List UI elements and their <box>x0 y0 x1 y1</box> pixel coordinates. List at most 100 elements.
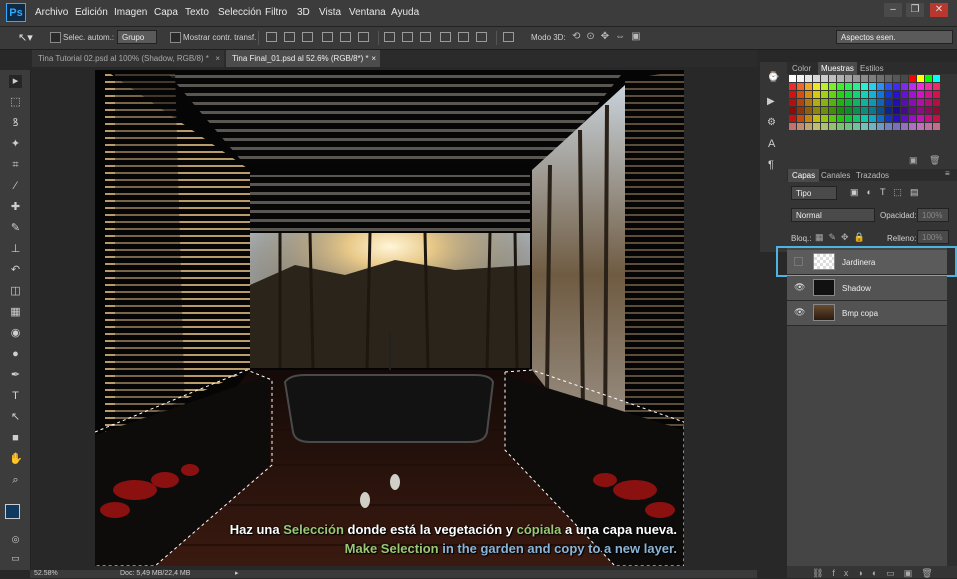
swatch-cell[interactable] <box>893 107 900 114</box>
swatch-cell[interactable] <box>901 83 908 90</box>
align-hcenter-icon[interactable] <box>340 32 351 42</box>
swatch-cell[interactable] <box>893 123 900 130</box>
auto-select-checkbox[interactable] <box>50 32 61 43</box>
eye-icon[interactable]: 👁 <box>794 283 805 292</box>
distribute-vcenter-icon[interactable] <box>402 32 413 42</box>
swatch-cell[interactable] <box>837 115 844 122</box>
character-icon[interactable]: A <box>768 138 775 150</box>
swatch-cell[interactable] <box>837 91 844 98</box>
tab-swatches[interactable]: Muestras <box>818 62 857 75</box>
auto-align-icon[interactable] <box>503 32 514 42</box>
swatch-cell[interactable] <box>797 83 804 90</box>
swatch-cell[interactable] <box>805 91 812 98</box>
distribute-top-icon[interactable] <box>384 32 395 42</box>
swatch-cell[interactable] <box>821 107 828 114</box>
layer-bmp-copa[interactable]: 👁 Bmp copa <box>787 301 947 326</box>
swatch-cell[interactable] <box>837 83 844 90</box>
swatch-cell[interactable] <box>861 123 868 130</box>
swatch-cell[interactable] <box>925 91 932 98</box>
swatch-cell[interactable] <box>901 91 908 98</box>
shape-tool-icon[interactable]: ■ <box>9 432 22 445</box>
tab-paths[interactable]: Trazados <box>856 171 889 180</box>
swatch-cell[interactable] <box>869 83 876 90</box>
panel-menu-icon[interactable]: ≡ <box>945 169 950 178</box>
swatch-cell[interactable] <box>845 123 852 130</box>
swatch-cell[interactable] <box>901 123 908 130</box>
swatch-cell[interactable] <box>853 107 860 114</box>
swatch-cell[interactable] <box>885 83 892 90</box>
crop-tool-icon[interactable]: ⌗ <box>9 159 22 172</box>
swatch-cell[interactable] <box>901 115 908 122</box>
swatch-cell[interactable] <box>869 123 876 130</box>
swatch-cell[interactable] <box>821 75 828 82</box>
opacity-field[interactable]: 100% <box>917 208 949 222</box>
swatch-cell[interactable] <box>925 99 932 106</box>
menu-capa[interactable]: Capa <box>154 7 178 18</box>
swatch-cell[interactable] <box>893 99 900 106</box>
swatch-cell[interactable] <box>797 75 804 82</box>
fill-field[interactable]: 100% <box>917 230 949 244</box>
tab-styles[interactable]: Estilos <box>860 64 884 73</box>
swatch-cell[interactable] <box>789 115 796 122</box>
swatch-cell[interactable] <box>829 99 836 106</box>
swatch-cell[interactable] <box>813 91 820 98</box>
swatch-cell[interactable] <box>877 107 884 114</box>
tab-color[interactable]: Color <box>792 64 811 73</box>
swatch-cell[interactable] <box>909 107 916 114</box>
swatch-cell[interactable] <box>917 99 924 106</box>
swatch-cell[interactable] <box>933 99 940 106</box>
swatch-cell[interactable] <box>813 83 820 90</box>
swatch-cell[interactable] <box>853 115 860 122</box>
type-tool-icon[interactable]: T <box>9 390 22 403</box>
move-tool-preset-icon[interactable]: ↖▾ <box>18 31 33 44</box>
swatch-cell[interactable] <box>829 107 836 114</box>
swatch-cell[interactable] <box>805 83 812 90</box>
swatch-cell[interactable] <box>837 99 844 106</box>
stamp-tool-icon[interactable]: ⊥ <box>9 243 22 256</box>
swatch-cell[interactable] <box>909 123 916 130</box>
auto-select-dropdown[interactable]: Grupo <box>117 30 157 44</box>
swatch-cell[interactable] <box>813 123 820 130</box>
dodge-tool-icon[interactable]: ● <box>9 348 22 361</box>
swatch-cell[interactable] <box>829 75 836 82</box>
eye-icon[interactable]: 👁 <box>794 308 805 317</box>
swatch-cell[interactable] <box>885 99 892 106</box>
menu-imagen[interactable]: Imagen <box>114 7 147 18</box>
blur-tool-icon[interactable]: ◉ <box>9 327 22 340</box>
actions-icon[interactable]: ▶ <box>767 96 775 107</box>
document-canvas[interactable] <box>95 70 684 566</box>
distribute-bottom-icon[interactable] <box>420 32 431 42</box>
align-bottom-icon[interactable] <box>302 32 313 42</box>
layer-list-scrollbar[interactable] <box>947 246 957 566</box>
menu-edicion[interactable]: Edición <box>75 7 108 18</box>
swatch-cell[interactable] <box>861 99 868 106</box>
restore-button[interactable]: ❐ <box>906 3 924 17</box>
layer-footer-icons[interactable]: ⛓fx◑◐▭▣🗑 <box>812 568 942 579</box>
align-left-icon[interactable] <box>322 32 333 42</box>
swatch-cell[interactable] <box>933 107 940 114</box>
tab-close-icon[interactable]: × <box>371 50 376 67</box>
swatch-cell[interactable] <box>909 99 916 106</box>
swatch-cell[interactable] <box>797 115 804 122</box>
swatch-cell[interactable] <box>885 107 892 114</box>
paragraph-icon[interactable]: ¶ <box>768 159 774 171</box>
swatch-cell[interactable] <box>877 123 884 130</box>
swatch-grid[interactable] <box>789 75 941 135</box>
swatch-cell[interactable] <box>869 91 876 98</box>
swatch-cell[interactable] <box>933 91 940 98</box>
menu-seleccion[interactable]: Selección <box>218 7 261 18</box>
zoom-level[interactable]: 52.58% <box>34 570 58 577</box>
tab-close-icon[interactable]: × <box>215 50 220 67</box>
swatch-cell[interactable] <box>837 107 844 114</box>
distribute-hcenter-icon[interactable] <box>458 32 469 42</box>
swatch-cell[interactable] <box>789 123 796 130</box>
menu-3d[interactable]: 3D <box>297 7 310 18</box>
align-right-icon[interactable] <box>358 32 369 42</box>
swatch-cell[interactable] <box>821 123 828 130</box>
menu-ventana[interactable]: Ventana <box>349 7 386 18</box>
swatch-cell[interactable] <box>877 99 884 106</box>
swatch-cell[interactable] <box>789 91 796 98</box>
eyedropper-tool-icon[interactable]: ⁄ <box>9 180 22 193</box>
align-vcenter-icon[interactable] <box>284 32 295 42</box>
swatch-cell[interactable] <box>925 115 932 122</box>
